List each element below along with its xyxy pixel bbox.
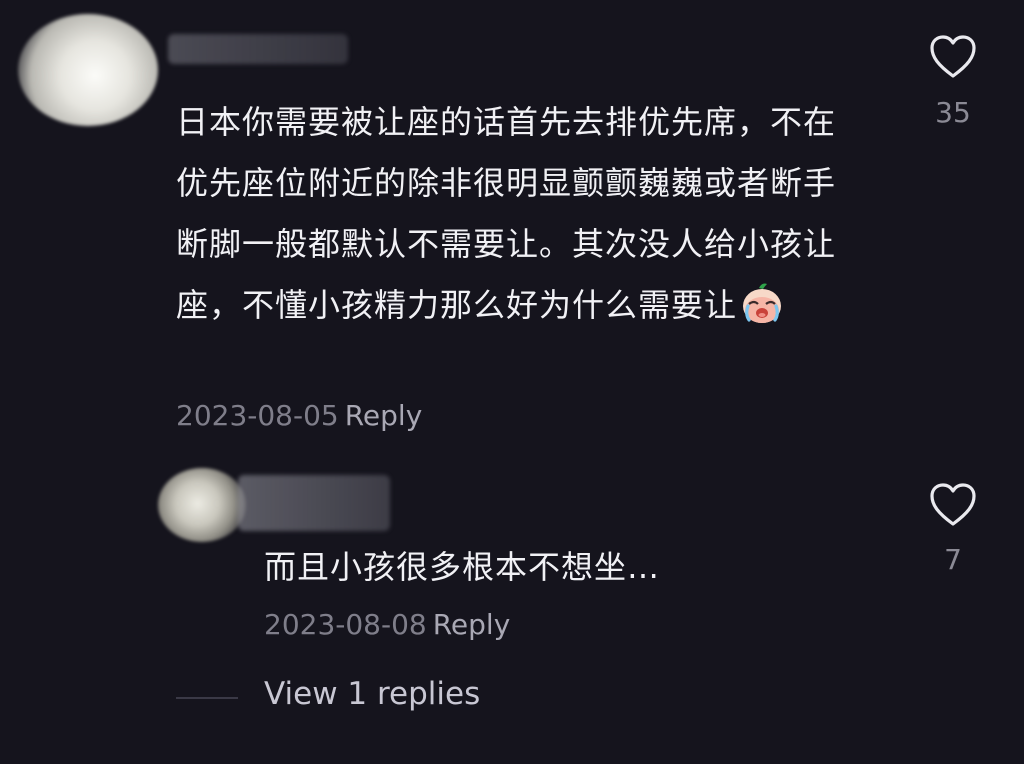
like-heart-icon[interactable] [928,482,978,528]
comment-body: 日本你需要被让座的话首先去排优先席，不在优先座位附近的除非很明显颤颤巍巍或者断手… [176,92,844,336]
reply-button[interactable]: Reply [345,399,423,432]
reply-comment-meta: 2023-08-08 Reply [264,608,510,641]
like-count: 35 [935,96,971,129]
avatar[interactable] [158,468,246,542]
username-redacted[interactable] [238,475,390,531]
username-redacted[interactable] [168,34,348,64]
crying-face-emoji-icon [739,280,785,326]
comment-meta: 2023-08-05 Reply [176,399,422,432]
like-heart-icon[interactable] [928,34,978,80]
reply-comment-date: 2023-08-08 [264,608,427,641]
avatar[interactable] [18,14,158,126]
reply-button[interactable]: Reply [433,608,511,641]
divider [176,697,238,699]
comment-date: 2023-08-05 [176,399,339,432]
view-replies-link[interactable]: View 1 replies [264,676,480,712]
reply-comment-text: 而且小孩很多根本不想坐… [264,548,661,586]
comment-text: 日本你需要被让座的话首先去排优先席，不在优先座位附近的除非很明显颤颤巍巍或者断手… [176,103,837,324]
like-count: 7 [944,543,962,576]
